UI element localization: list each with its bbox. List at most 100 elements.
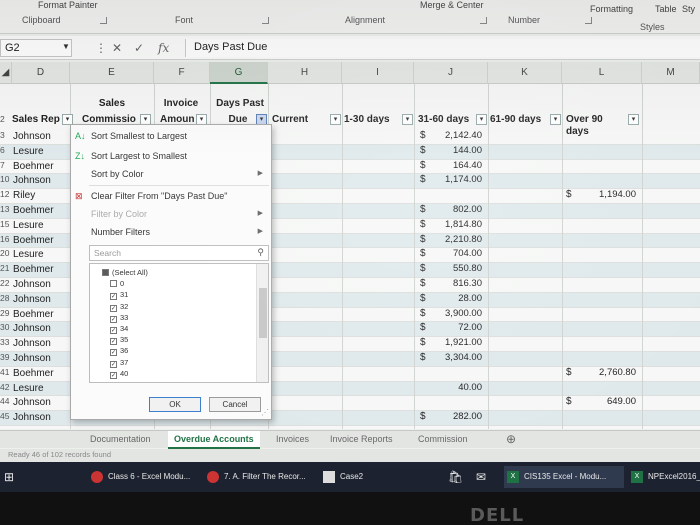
amount-over-90-cell[interactable]: 649.00 xyxy=(576,396,636,407)
filter-checkbox-item[interactable]: ✓ 36 xyxy=(110,346,128,357)
checkbox[interactable]: ✓ xyxy=(110,293,117,301)
filter-dropdown-31-60-days[interactable]: ▾ xyxy=(476,114,487,125)
filter-by-color-item[interactable]: Filter by Color ▶ xyxy=(71,205,271,223)
checkbox[interactable] xyxy=(110,280,117,288)
number-filters-item[interactable]: Number Filters ▶ xyxy=(71,223,271,241)
row-number[interactable]: 45 xyxy=(0,411,12,425)
row-number[interactable]: 28 xyxy=(0,293,12,307)
ok-button[interactable]: OK xyxy=(149,397,201,412)
checkbox[interactable]: ✓ xyxy=(110,304,117,312)
insert-function-icon[interactable]: fx xyxy=(158,41,169,55)
amount-31-60-cell[interactable]: 816.30 xyxy=(430,278,482,289)
row-number[interactable]: 7 xyxy=(0,160,12,174)
filter-checkbox-item[interactable]: ✓ 37 xyxy=(110,358,128,368)
amount-31-60-cell[interactable]: 164.40 xyxy=(430,160,482,171)
taskbar-item-class6[interactable]: Class 6 - Excel Modu... xyxy=(88,466,200,488)
tab-invoices[interactable]: Invoices xyxy=(270,431,315,449)
filter-search-input[interactable]: Search ⚲ xyxy=(89,245,269,261)
checkbox[interactable]: ✓ xyxy=(110,371,117,379)
row-number[interactable]: 21 xyxy=(0,263,12,277)
row-number[interactable]: 13 xyxy=(0,204,12,218)
checkbox[interactable]: ✓ xyxy=(110,327,117,334)
amount-31-60-cell[interactable]: 3,900.00 xyxy=(430,308,482,319)
column-header-g[interactable]: G xyxy=(210,62,268,84)
amount-31-60-cell[interactable]: 3,304.00 xyxy=(430,352,482,363)
chevron-down-icon[interactable]: ▼ xyxy=(62,42,70,51)
filter-checkbox-item[interactable]: ✓ 40 xyxy=(110,369,128,379)
column-header-i[interactable]: I xyxy=(342,62,414,84)
tab-invoice-reports[interactable]: Invoice Reports xyxy=(324,431,399,449)
filter-checkbox-item[interactable]: ✓ 32 xyxy=(110,302,128,312)
amount-31-60-cell[interactable]: 802.00 xyxy=(430,204,482,215)
sales-rep-cell[interactable]: Johnson xyxy=(13,411,51,425)
row-number[interactable]: 41 xyxy=(0,367,12,381)
sales-rep-cell[interactable]: Johnson xyxy=(13,174,51,188)
row-number[interactable]: 15 xyxy=(0,219,12,233)
windows-start-icon[interactable]: ⊞ xyxy=(4,466,24,488)
select-all-corner[interactable]: ◢ xyxy=(0,62,12,84)
column-header-l[interactable]: L xyxy=(562,62,642,84)
tab-commission[interactable]: Commission xyxy=(412,431,474,449)
store-icon[interactable]: 🛍 xyxy=(448,466,468,488)
sales-rep-cell[interactable]: Johnson xyxy=(13,396,51,410)
row-number[interactable]: 16 xyxy=(0,234,12,248)
sales-rep-cell[interactable]: Lesure xyxy=(13,219,44,233)
format-as-table-button[interactable]: Table xyxy=(655,4,677,14)
row-number[interactable]: 22 xyxy=(0,278,12,292)
merge-center-button[interactable]: Merge & Center xyxy=(420,0,484,10)
amount-31-60-cell[interactable]: 28.00 xyxy=(430,293,482,304)
sales-rep-cell[interactable]: Boehmer xyxy=(13,263,54,277)
column-header-j[interactable]: J xyxy=(414,62,488,84)
row-number[interactable]: 44 xyxy=(0,396,12,410)
amount-31-60-cell[interactable]: 40.00 xyxy=(430,382,482,393)
filter-checkbox-item[interactable]: (Select All) xyxy=(102,268,148,278)
sort-by-color-item[interactable]: Sort by Color ▶ xyxy=(71,165,271,183)
sales-rep-cell[interactable]: Boehmer xyxy=(13,308,54,322)
filter-checkbox-item[interactable]: ✓ 35 xyxy=(110,335,128,346)
taskbar-item-case2[interactable]: Case2 xyxy=(320,466,390,488)
add-sheet-icon[interactable]: ⊕ xyxy=(500,431,522,449)
filter-checkbox-item[interactable]: ✓ 33 xyxy=(110,313,128,323)
filter-checkbox-item[interactable]: ✓ 31 xyxy=(110,290,128,301)
conditional-formatting-button[interactable]: Formatting xyxy=(590,4,633,14)
column-header-k[interactable]: K xyxy=(488,62,562,84)
sales-rep-cell[interactable]: Riley xyxy=(13,189,35,203)
sales-rep-cell[interactable]: Johnson xyxy=(13,293,51,307)
sales-rep-cell[interactable]: Boehmer xyxy=(13,234,54,248)
row-number[interactable]: 30 xyxy=(0,322,12,336)
taskbar-item-filter[interactable]: 7. A. Filter The Recor... xyxy=(204,466,316,488)
sales-rep-cell[interactable]: Lesure xyxy=(13,382,44,396)
sales-rep-cell[interactable]: Johnson xyxy=(13,337,51,351)
column-header-d[interactable]: D xyxy=(12,62,70,84)
filter-dropdown-1-30-days[interactable]: ▾ xyxy=(402,114,413,125)
row-number[interactable]: 12 xyxy=(0,189,12,203)
clear-filter-item[interactable]: ⊠ Clear Filter From "Days Past Due" xyxy=(71,187,271,205)
checkbox[interactable] xyxy=(102,269,109,276)
row-number[interactable]: 29 xyxy=(0,308,12,322)
column-header-e[interactable]: E xyxy=(70,62,154,84)
filter-dropdown-current[interactable]: ▾ xyxy=(330,114,341,125)
sort-descending-item[interactable]: Z↓ Sort Largest to Smallest xyxy=(71,147,271,165)
sales-rep-cell[interactable]: Boehmer xyxy=(13,160,54,174)
amount-31-60-cell[interactable]: 2,142.40 xyxy=(430,130,482,141)
filter-dropdown-61-90-days[interactable]: ▾ xyxy=(550,114,561,125)
amount-31-60-cell[interactable]: 704.00 xyxy=(430,248,482,259)
sales-rep-cell[interactable]: Lesure xyxy=(13,248,44,262)
list-scrollbar[interactable] xyxy=(256,264,268,382)
close-icon[interactable]: ✕ xyxy=(112,41,122,55)
amount-31-60-cell[interactable]: 1,814.80 xyxy=(430,219,482,230)
amount-31-60-cell[interactable]: 1,921.00 xyxy=(430,337,482,348)
row-number[interactable]: 20 xyxy=(0,248,12,262)
amount-31-60-cell[interactable]: 2,210.80 xyxy=(430,234,482,245)
sales-rep-cell[interactable]: Johnson xyxy=(13,130,51,144)
check-icon[interactable]: ✓ xyxy=(134,41,144,55)
column-header-f[interactable]: F xyxy=(154,62,210,84)
row-number[interactable]: 10 xyxy=(0,174,12,188)
alignment-launcher-icon[interactable] xyxy=(480,17,487,24)
row-number[interactable]: 33 xyxy=(0,337,12,351)
checkbox[interactable]: ✓ xyxy=(110,360,117,368)
row-number[interactable]: 39 xyxy=(0,352,12,366)
sales-rep-cell[interactable]: Boehmer xyxy=(13,367,54,381)
sales-rep-cell[interactable]: Lesure xyxy=(13,145,44,159)
sales-rep-cell[interactable]: Johnson xyxy=(13,352,51,366)
